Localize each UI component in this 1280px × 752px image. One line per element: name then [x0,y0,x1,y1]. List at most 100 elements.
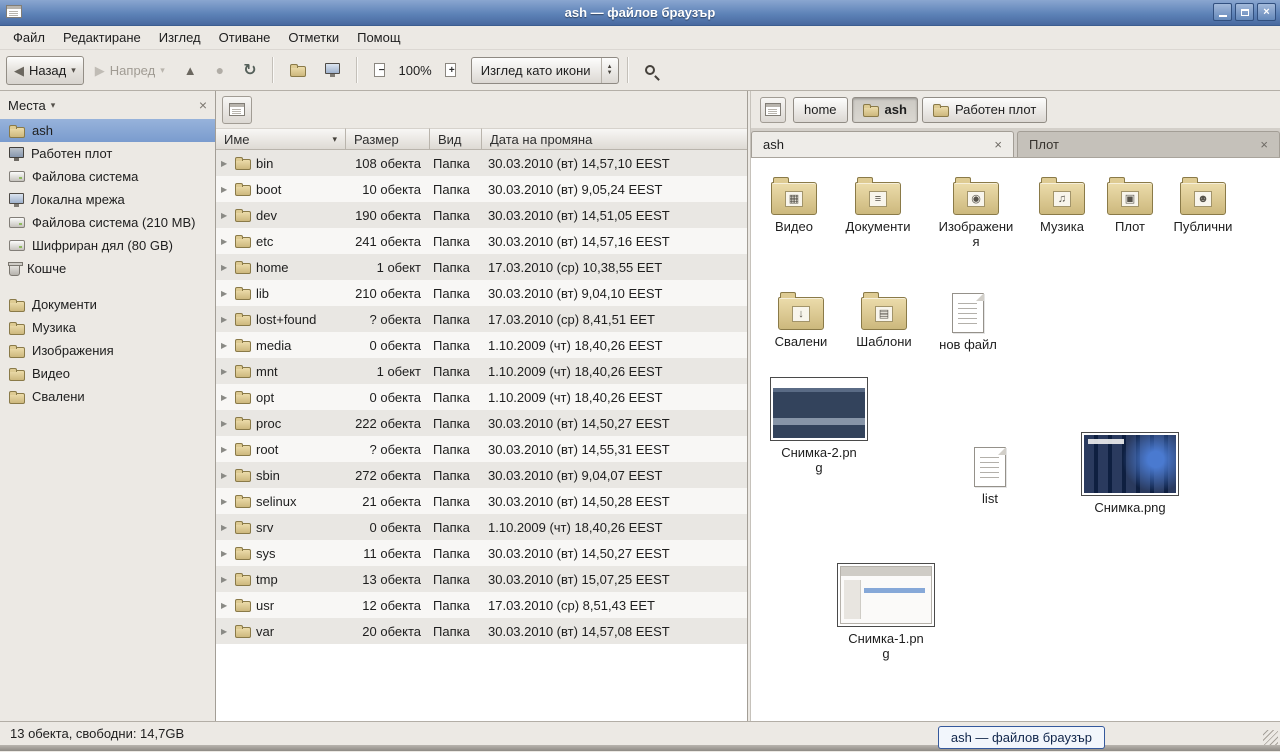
table-row[interactable]: ▶media0 обектаПапка1.10.2009 (чт) 18,40,… [216,332,747,358]
menu-item[interactable]: Редактиране [54,26,150,49]
zoom-out-button[interactable]: − [366,56,393,85]
sidebar-item[interactable]: Изображения [0,339,215,362]
forward-button[interactable]: ▶ Напред ▾ [87,56,173,85]
menu-item[interactable]: Помощ [348,26,409,49]
expander-icon[interactable]: ▶ [221,185,230,194]
expander-icon[interactable]: ▶ [221,445,230,454]
tab-close-icon[interactable]: × [1260,138,1268,151]
sidebar-item[interactable]: Работен плот [0,142,215,165]
expander-icon[interactable]: ▶ [221,367,230,376]
table-row[interactable]: ▶home1 обектПапка17.03.2010 (ср) 10,38,5… [216,254,747,280]
file-icon-item[interactable]: list [947,443,1033,507]
table-row[interactable]: ▶etc241 обектаПапка30.03.2010 (вт) 14,57… [216,228,747,254]
expander-icon[interactable]: ▶ [221,237,230,246]
table-row[interactable]: ▶opt0 обектаПапка1.10.2009 (чт) 18,40,26… [216,384,747,410]
expander-icon[interactable]: ▶ [221,627,230,636]
pane-toggle-button[interactable] [222,96,252,124]
sidebar-item[interactable]: Локална мрежа [0,188,215,211]
back-button[interactable]: ◀ Назад ▾ [6,56,84,85]
table-row[interactable]: ▶srv0 обектаПапка1.10.2009 (чт) 18,40,26… [216,514,747,540]
resize-grip[interactable] [1263,730,1278,745]
table-row[interactable]: ▶mnt1 обектПапка1.10.2009 (чт) 18,40,26 … [216,358,747,384]
expander-icon[interactable]: ▶ [221,341,230,350]
breadcrumb-button[interactable]: Работен плот [922,97,1047,123]
expander-icon[interactable]: ▶ [221,549,230,558]
table-row[interactable]: ▶boot10 обектаПапка30.03.2010 (вт) 9,05,… [216,176,747,202]
column-header[interactable]: Име▾ [216,128,346,150]
table-row[interactable]: ▶sbin272 обектаПапка30.03.2010 (вт) 9,04… [216,462,747,488]
sidebar-item[interactable]: Видео [0,362,215,385]
expander-icon[interactable]: ▶ [221,523,230,532]
folder-icon-item[interactable]: ◉Изображения [933,174,1019,250]
table-row[interactable]: ▶lib210 обектаПапка30.03.2010 (вт) 9,04,… [216,280,747,306]
table-row[interactable]: ▶tmp13 обектаПапка30.03.2010 (вт) 15,07,… [216,566,747,592]
table-row[interactable]: ▶var20 обектаПапка30.03.2010 (вт) 14,57,… [216,618,747,644]
menu-item[interactable]: Отметки [279,26,348,49]
search-button[interactable] [637,56,663,85]
image-icon-item[interactable]: Снимка-2.png [764,377,874,476]
expander-icon[interactable]: ▶ [221,575,230,584]
icon-canvas[interactable]: ▦Видео≡Документи◉Изображения♫Музика▣Плот… [751,158,1280,721]
table-row[interactable]: ▶selinux21 обектаПапка30.03.2010 (вт) 14… [216,488,747,514]
reload-button[interactable]: ↻ [235,56,264,85]
table-row[interactable]: ▶lost+found? обектаПапка17.03.2010 (ср) … [216,306,747,332]
expander-icon[interactable]: ▶ [221,315,230,324]
tab[interactable]: ash× [751,131,1014,157]
sidebar-item[interactable]: Кошче [0,257,215,280]
table-row[interactable]: ▶sys11 обектаПапка30.03.2010 (вт) 14,50,… [216,540,747,566]
up-button[interactable]: ▲ [176,56,205,85]
folder-icon-item[interactable]: ≡Документи [835,174,921,235]
stop-button[interactable]: ● [208,56,232,85]
expander-icon[interactable]: ▶ [221,289,230,298]
image-icon-item[interactable]: Снимка-1.png [831,563,941,662]
table-row[interactable]: ▶bin108 обектаПапка30.03.2010 (вт) 14,57… [216,150,747,176]
sidebar-item[interactable]: Документи [0,293,215,316]
titlebar[interactable]: ash — файлов браузър × [0,0,1280,26]
sidebar-item[interactable]: Файлова система [0,165,215,188]
folder-icon-item[interactable]: ▦Видео [751,174,837,235]
expander-icon[interactable]: ▶ [221,497,230,506]
minimize-button[interactable] [1213,3,1232,21]
table-row[interactable]: ▶dev190 обектаПапка30.03.2010 (вт) 14,51… [216,202,747,228]
expander-icon[interactable]: ▶ [221,601,230,610]
back-dropdown-icon[interactable]: ▾ [71,65,76,76]
breadcrumb-button[interactable]: home [793,97,848,123]
folder-icon-item[interactable]: ▤Шаблони [841,289,927,350]
column-header[interactable]: Размер [346,128,430,150]
computer-button[interactable] [317,56,348,85]
table-row[interactable]: ▶proc222 обектаПапка30.03.2010 (вт) 14,5… [216,410,747,436]
expander-icon[interactable]: ▶ [221,211,230,220]
folder-icon-item[interactable]: ☻Публични [1160,174,1246,235]
sidebar-item[interactable]: Шифриран дял (80 GB) [0,234,215,257]
column-header[interactable]: Дата на промяна [482,128,747,150]
tab[interactable]: Плот× [1017,131,1280,157]
breadcrumb-button[interactable]: ash [852,97,918,123]
menu-item[interactable]: Отиване [210,26,280,49]
image-icon-item[interactable]: Снимка.png [1075,432,1185,516]
table-row[interactable]: ▶usr12 обектаПапка17.03.2010 (ср) 8,51,4… [216,592,747,618]
table-row[interactable]: ▶root? обектаПапка30.03.2010 (вт) 14,55,… [216,436,747,462]
menu-item[interactable]: Изглед [150,26,210,49]
view-mode-select[interactable]: Изглед като икони ▲ ▼ [471,57,619,84]
folder-icon-item[interactable]: ↓Свалени [758,289,844,350]
home-button[interactable] [282,56,314,85]
expander-icon[interactable]: ▶ [221,393,230,402]
expander-icon[interactable]: ▶ [221,419,230,428]
pathbar-root-button[interactable] [760,97,786,123]
expander-icon[interactable]: ▶ [221,159,230,168]
column-header[interactable]: Вид [430,128,482,150]
file-icon-item[interactable]: нов файл [925,289,1011,353]
sidebar-item[interactable]: Файлова система (210 MB) [0,211,215,234]
zoom-in-button[interactable]: + [437,56,464,85]
sidebar-close-icon[interactable]: × [199,98,207,112]
combo-spin[interactable]: ▲ ▼ [601,58,618,83]
tab-close-icon[interactable]: × [994,138,1002,151]
sidebar-selector-icon[interactable]: ▾ [51,100,56,111]
maximize-button[interactable] [1235,3,1254,21]
close-button[interactable]: × [1257,3,1276,21]
menu-item[interactable]: Файл [4,26,54,49]
sidebar-item[interactable]: Свалени [0,385,215,408]
taskbar-window-button[interactable]: ash — файлов браузър [938,726,1105,749]
sidebar-item[interactable]: ash [0,119,215,142]
sidebar-item[interactable]: Музика [0,316,215,339]
